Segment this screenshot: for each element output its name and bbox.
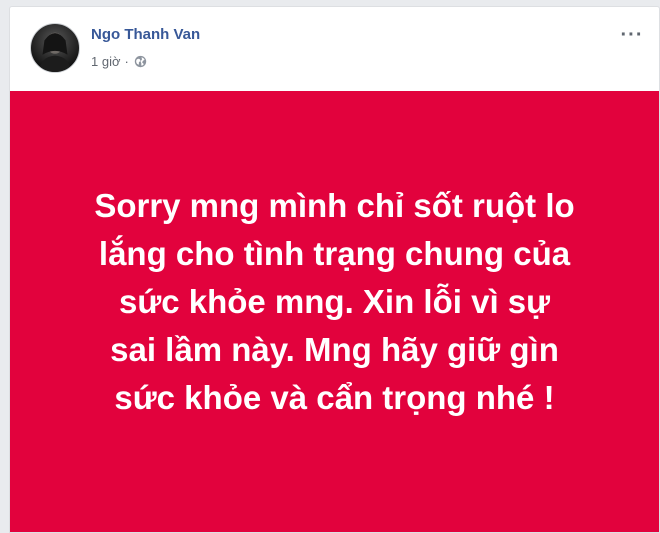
- post-timestamp[interactable]: 1 giờ: [91, 54, 121, 69]
- avatar-image: [38, 32, 72, 72]
- post-header: Ngo Thanh Van 1 giờ · ···: [10, 7, 659, 91]
- post-meta: 1 giờ ·: [91, 53, 147, 69]
- more-options-button[interactable]: ···: [617, 23, 647, 47]
- post-message-line: sai lầm này. Mng hãy giữ gìn: [110, 330, 559, 368]
- post-message-line: sức khỏe và cẩn trọng nhé !: [114, 378, 555, 416]
- text-post-background: Sorry mng mình chỉ sốt ruột lo lắng cho …: [10, 91, 659, 532]
- globe-icon[interactable]: [134, 55, 147, 68]
- post-message-line: lắng cho tình trạng chung của: [98, 234, 571, 272]
- meta-separator: ·: [124, 53, 129, 69]
- post-message-line: sức khỏe mng. Xin lỗi vì sự: [118, 282, 551, 320]
- post-card: Ngo Thanh Van 1 giờ · ··· Sorry mng mình…: [9, 6, 660, 533]
- post-message-line: Sorry mng mình chỉ sốt ruột lo: [94, 186, 575, 224]
- author-name[interactable]: Ngo Thanh Van: [91, 26, 200, 43]
- post-message: Sorry mng mình chỉ sốt ruột lo lắng cho …: [55, 182, 615, 422]
- avatar[interactable]: [30, 23, 80, 73]
